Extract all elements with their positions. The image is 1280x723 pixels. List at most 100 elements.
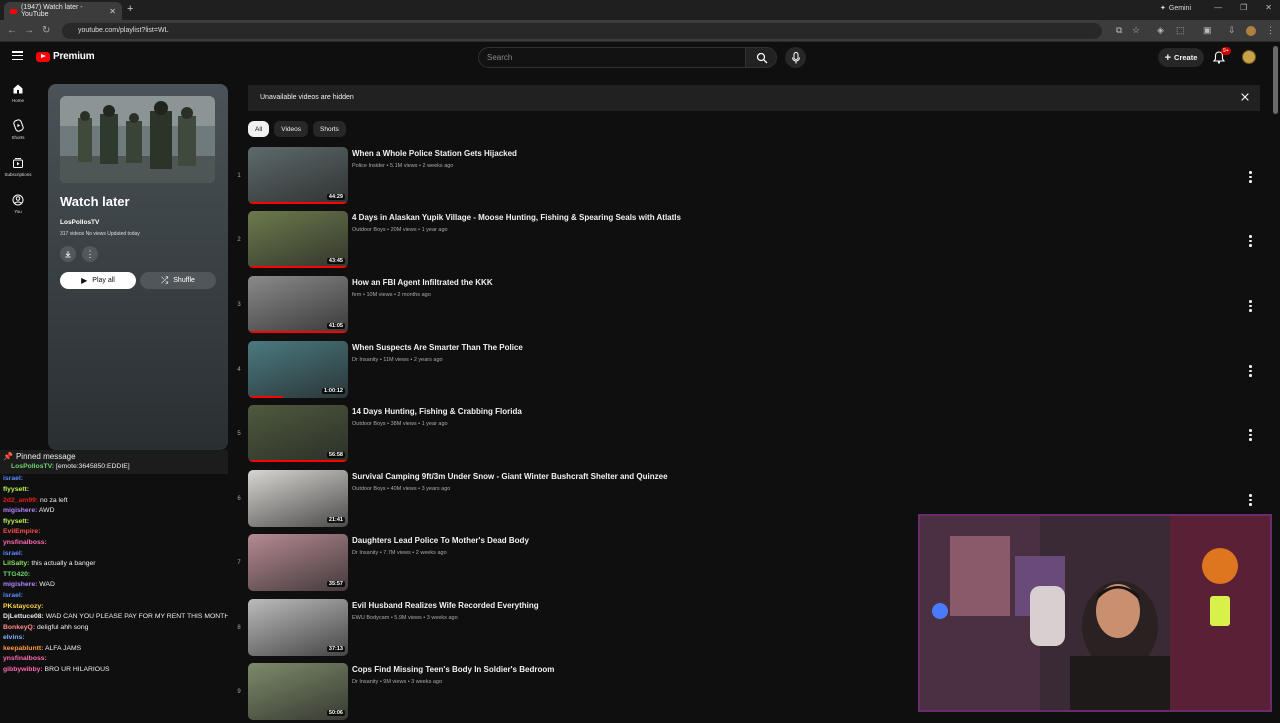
video-title[interactable]: Cops Find Missing Teen's Body In Soldier… xyxy=(352,665,554,674)
video-thumbnail[interactable]: 21:41 xyxy=(248,470,348,527)
search-icon xyxy=(756,52,768,64)
playlist-video-row[interactable]: 2 43:45 4 Days in Alaskan Yupik Village … xyxy=(236,211,1260,271)
puzzle-icon[interactable]: ⬚ xyxy=(1176,25,1185,36)
youtube-play-logo-icon xyxy=(36,51,50,62)
video-title[interactable]: How an FBI Agent Infiltrated the KKK xyxy=(352,278,493,287)
video-duration: 21:41 xyxy=(326,517,345,523)
shuffle-button[interactable]: ⤮ Shuffle xyxy=(140,272,216,289)
chip-all[interactable]: All xyxy=(248,121,270,137)
create-button[interactable]: + Create xyxy=(1158,48,1204,67)
gemini-button[interactable]: ✦ Gemini xyxy=(1160,4,1191,13)
new-tab-icon[interactable]: + xyxy=(127,3,133,15)
more-vert-icon[interactable] xyxy=(1249,171,1252,183)
video-thumbnail[interactable]: 35:57 xyxy=(248,534,348,591)
maximize-icon[interactable]: ❐ xyxy=(1240,3,1247,12)
video-thumbnail[interactable]: 50:06 xyxy=(248,663,348,720)
download-button[interactable] xyxy=(60,246,76,262)
chat-username[interactable]: DjLettuce08: xyxy=(3,613,44,620)
chip-shorts[interactable]: Shorts xyxy=(313,121,346,137)
more-vert-icon[interactable] xyxy=(1249,300,1252,312)
chat-username[interactable]: israel: xyxy=(3,592,23,599)
chat-username[interactable]: BonkeyQ: xyxy=(3,624,35,631)
hamburger-menu-icon[interactable] xyxy=(12,51,23,60)
chat-username[interactable]: EvilEmpire: xyxy=(3,528,40,535)
scrollbar-thumb[interactable] xyxy=(1273,46,1278,114)
video-thumbnail[interactable]: 56:58 xyxy=(248,405,348,462)
chat-username[interactable]: ynsfinalboss: xyxy=(3,539,47,546)
playlist-owner[interactable]: LosPollosTV xyxy=(60,219,99,226)
video-title[interactable]: 4 Days in Alaskan Yupik Village - Moose … xyxy=(352,213,681,222)
playlist-video-row[interactable]: 4 1:00:12 When Suspects Are Smarter Than… xyxy=(236,341,1260,401)
chat-username[interactable]: keepabluntt: xyxy=(3,645,43,652)
playlist-video-row[interactable]: 3 41:05 How an FBI Agent Infiltrated the… xyxy=(236,276,1260,336)
video-index: 6 xyxy=(237,496,241,502)
chat-username[interactable]: elvins: xyxy=(3,634,25,641)
close-icon[interactable] xyxy=(1240,92,1250,102)
search-button[interactable] xyxy=(745,47,777,68)
search-input[interactable]: Search xyxy=(478,47,746,68)
minimize-icon[interactable]: — xyxy=(1214,3,1222,12)
chat-message: BonkeyQ: deligful ahh song xyxy=(0,622,228,633)
guide-item-subscriptions[interactable]: Subscriptions xyxy=(0,148,36,185)
voice-search-button[interactable] xyxy=(785,47,806,68)
more-vert-icon[interactable] xyxy=(1249,494,1252,506)
play-all-button[interactable]: ▶ Play all xyxy=(60,272,136,289)
guide-item-home[interactable]: Home xyxy=(0,74,36,111)
chat-username[interactable]: PKstaycozy: xyxy=(3,603,43,610)
url-field[interactable]: youtube.com/playlist?list=WL xyxy=(62,23,1102,39)
playlist-thumbnail[interactable] xyxy=(60,96,215,183)
video-title[interactable]: When a Whole Police Station Gets Hijacke… xyxy=(352,149,517,158)
tab-close-icon[interactable]: ✕ xyxy=(109,7,116,16)
video-title[interactable]: Daughters Lead Police To Mother's Dead B… xyxy=(352,536,529,545)
back-icon[interactable]: ← xyxy=(7,25,17,36)
guide-item-you[interactable]: You xyxy=(0,185,36,222)
window-close-icon[interactable]: ✕ xyxy=(1265,3,1272,12)
chat-message: LilSalty: this actually a banger xyxy=(0,558,228,569)
chat-username[interactable]: migishere: xyxy=(3,581,37,588)
chat-username[interactable]: gibbywibby: xyxy=(3,666,43,673)
youtube-favicon-icon xyxy=(10,8,17,14)
chat-username[interactable]: israel: xyxy=(3,475,23,482)
chat-username[interactable]: LilSalty: xyxy=(3,560,29,567)
playlist-video-row[interactable]: 5 56:58 14 Days Hunting, Fishing & Crabb… xyxy=(236,405,1260,465)
chat-username[interactable]: TTG420: xyxy=(3,571,30,578)
browser-tab-active[interactable]: (1947) Watch later - YouTube ✕ xyxy=(4,2,122,20)
install-app-icon[interactable]: ⧉ xyxy=(1116,25,1122,36)
video-meta: Outdoor Boys • 40M views • 3 years ago xyxy=(352,486,451,492)
create-label: Create xyxy=(1174,53,1198,62)
bookmark-star-icon[interactable]: ☆ xyxy=(1132,25,1140,36)
account-avatar[interactable] xyxy=(1242,50,1256,64)
more-vert-icon[interactable] xyxy=(1249,235,1252,247)
extension-icon[interactable]: ◈ xyxy=(1157,25,1164,36)
video-duration: 41:05 xyxy=(326,323,345,329)
video-thumbnail[interactable]: 43:45 xyxy=(248,211,348,268)
chat-username[interactable]: flyysett: xyxy=(3,518,29,525)
more-vert-icon[interactable] xyxy=(1249,429,1252,441)
forward-icon[interactable]: → xyxy=(24,25,34,36)
chat-username[interactable]: ynsfinalboss: xyxy=(3,655,47,662)
video-title[interactable]: Evil Husband Realizes Wife Recorded Ever… xyxy=(352,601,539,610)
playlist-more-button[interactable]: ⋮ xyxy=(82,246,98,262)
chat-username[interactable]: flyysett: xyxy=(3,486,29,493)
sidebar-icon[interactable]: ▣ xyxy=(1203,25,1212,36)
video-thumbnail[interactable]: 1:00:12 xyxy=(248,341,348,398)
browser-menu-icon[interactable]: ⋮ xyxy=(1266,25,1275,36)
video-title[interactable]: When Suspects Are Smarter Than The Polic… xyxy=(352,343,523,352)
profile-avatar-icon[interactable] xyxy=(1246,26,1256,36)
playlist-video-row[interactable]: 1 44:29 When a Whole Police Station Gets… xyxy=(236,147,1260,207)
youtube-logo[interactable]: Premium xyxy=(36,51,95,62)
video-title[interactable]: 14 Days Hunting, Fishing & Crabbing Flor… xyxy=(352,407,522,416)
video-thumbnail[interactable]: 41:05 xyxy=(248,276,348,333)
downloads-icon[interactable]: ⇩ xyxy=(1228,25,1236,36)
video-title[interactable]: Survival Camping 9ft/3m Under Snow - Gia… xyxy=(352,472,668,481)
reload-icon[interactable]: ↻ xyxy=(42,25,50,36)
chat-text: WAD xyxy=(39,581,55,589)
chat-username[interactable]: 2d2_am99: xyxy=(3,497,38,504)
video-thumbnail[interactable]: 44:29 xyxy=(248,147,348,204)
more-vert-icon[interactable] xyxy=(1249,365,1252,377)
chat-username[interactable]: migishere: xyxy=(3,507,37,514)
chip-videos[interactable]: Videos xyxy=(274,121,308,137)
guide-item-shorts[interactable]: Shorts xyxy=(0,111,36,148)
chat-username[interactable]: israel: xyxy=(3,550,23,557)
video-thumbnail[interactable]: 37:13 xyxy=(248,599,348,656)
